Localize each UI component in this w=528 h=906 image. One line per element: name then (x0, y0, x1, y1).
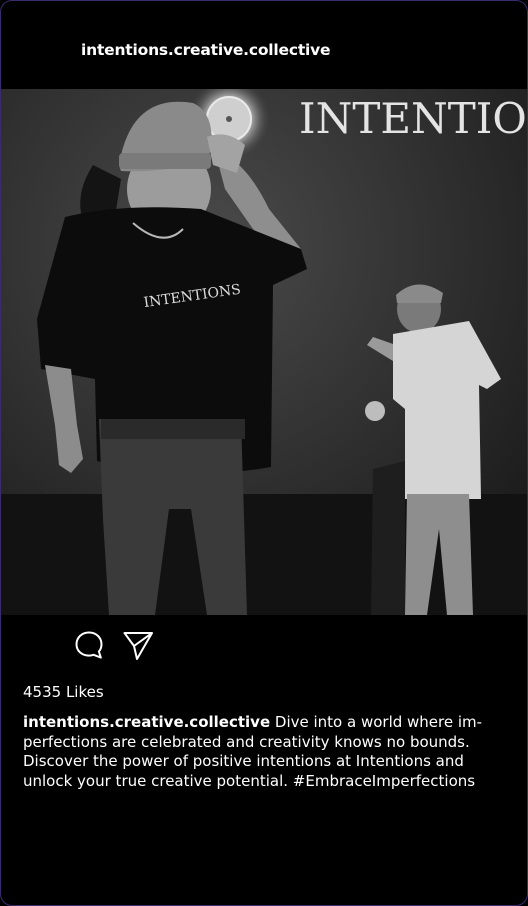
post-caption: intentions.creative.collective Dive into… (23, 713, 511, 791)
likes-count[interactable]: 4535 Likes (23, 683, 104, 701)
banner-text: INTENTIO (299, 94, 527, 143)
share-icon[interactable] (122, 629, 154, 661)
post-card: intentions.creative.collective INTENTIO … (0, 0, 528, 906)
post-header: intentions.creative.collective (1, 1, 527, 89)
post-image[interactable]: INTENTIO INTENTIONS (1, 89, 527, 615)
post-username[interactable]: intentions.creative.collective (81, 41, 331, 59)
post-actions (1, 615, 527, 675)
comment-icon[interactable] (73, 629, 105, 661)
caption-author[interactable]: intentions.creative.collective (23, 713, 270, 731)
